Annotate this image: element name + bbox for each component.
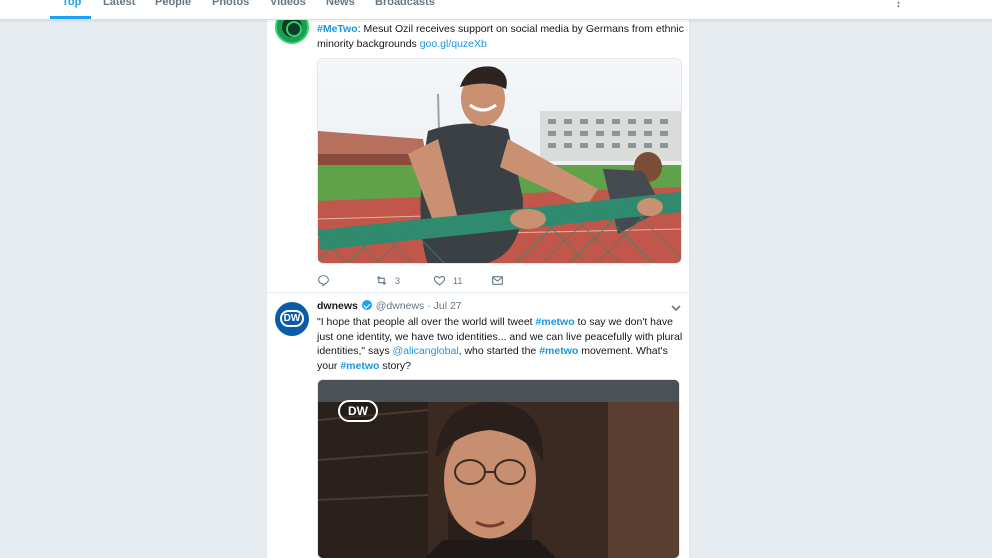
tab-latest[interactable]: Latest — [103, 0, 135, 9]
stadium-photo — [318, 59, 681, 263]
retweet-count: 3 — [395, 275, 401, 286]
search-results-nav: Top Latest People Photos Videos News Bro… — [0, 0, 992, 20]
dw-logo-avatar[interactable]: DW — [275, 302, 309, 336]
tweet[interactable]: #MeTwo: Mesut Ozil receives support on s… — [267, 0, 689, 293]
dw-watermark-logo: DW — [338, 400, 378, 422]
tweet-header: dwnews @dwnews · Jul 27 — [317, 300, 462, 312]
tweet-text: #MeTwo: Mesut Ozil receives support on s… — [317, 22, 687, 51]
active-tab-indicator — [50, 16, 91, 19]
tab-news[interactable]: News — [326, 0, 355, 9]
tweet-video[interactable]: DW — [317, 379, 680, 558]
tweet-actions: 3 11 — [317, 274, 617, 290]
reply-icon[interactable] — [317, 274, 330, 287]
hashtag-link[interactable]: #MeTwo — [317, 23, 358, 35]
hashtag-link[interactable]: #metwo — [340, 360, 379, 372]
author-name[interactable]: dwnews — [317, 300, 358, 312]
tweet-text: "I hope that people all over the world w… — [317, 315, 687, 373]
tab-top[interactable]: Top — [62, 0, 81, 9]
hashtag-link[interactable]: #metwo — [539, 345, 578, 357]
tweet-photo[interactable] — [317, 58, 682, 264]
tweet-body-text: : Mesut Ozil receives support on social … — [317, 23, 684, 50]
tweet-body-text: "I hope that people all over the world w… — [317, 316, 536, 328]
dw-logo: DW — [280, 310, 304, 327]
more-vertical-icon[interactable]: ⋮ — [893, 0, 904, 9]
like-button[interactable]: 11 — [433, 274, 462, 287]
mention-link[interactable]: @alicanglobal — [393, 345, 459, 357]
tweet-timeline: #MeTwo: Mesut Ozil receives support on s… — [266, 0, 690, 558]
retweet-icon — [376, 275, 387, 286]
verified-badge-icon — [361, 300, 372, 310]
chevron-down-icon[interactable] — [671, 304, 681, 312]
heart-icon — [433, 275, 446, 286]
tweet-body-text: , who started the — [458, 345, 540, 357]
tab-videos[interactable]: Videos — [270, 0, 306, 9]
tab-people[interactable]: People — [155, 0, 191, 9]
tweet[interactable]: DW dwnews @dwnews · Jul 27 "I hope that … — [267, 294, 689, 558]
tab-broadcasts[interactable]: Broadcasts — [375, 0, 435, 9]
tweet-url-link[interactable]: goo.gl/quzeXb — [420, 38, 487, 50]
hashtag-link[interactable]: #metwo — [536, 316, 575, 328]
retweet-button[interactable]: 3 — [375, 274, 400, 287]
author-handle[interactable]: @dwnews — [376, 300, 425, 312]
tweet-body-text: story? — [379, 359, 411, 372]
like-count: 11 — [453, 275, 463, 286]
envelope-icon[interactable] — [491, 274, 504, 287]
tab-photos[interactable]: Photos — [212, 0, 249, 9]
tweet-date[interactable]: Jul 27 — [434, 300, 462, 312]
